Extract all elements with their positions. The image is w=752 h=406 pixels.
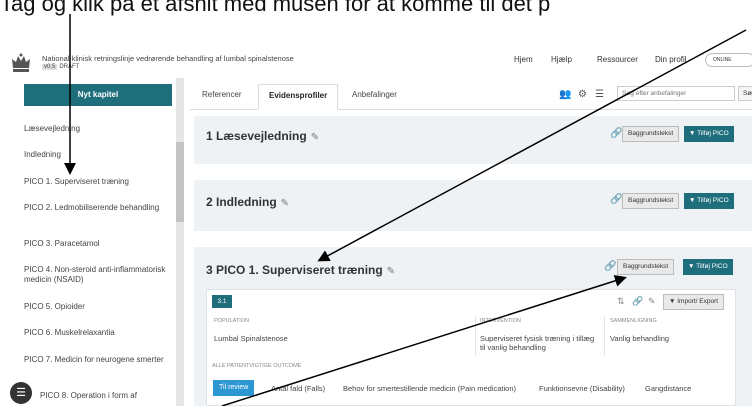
chapter-title-text: 3 PICO 1. Superviseret træning: [206, 263, 383, 277]
intervention-value: Superviseret fysisk træning i tillæg til…: [480, 334, 595, 352]
add-pico-button[interactable]: ▼ Tilføj PICO: [684, 193, 734, 209]
population-label: POPULATION: [214, 318, 250, 324]
chapter-card: 2 Indledning ✎ 🔗 Baggrundstekst ▼ Tilføj …: [194, 180, 752, 231]
add-pico-button[interactable]: ▼ Tilføj PICO: [684, 126, 734, 142]
sidebar-item-pico-7[interactable]: PICO 7. Medicin for neurogene smerter: [24, 355, 174, 365]
tab-recommendations[interactable]: Anbefalinger: [352, 90, 397, 99]
sidebar-item-pico-8[interactable]: PICO 8. Operation i form af: [40, 391, 190, 401]
column-divider: [475, 316, 476, 356]
link-icon[interactable]: 🔗: [610, 194, 622, 205]
outcomes-label: ALLE PATIENTVIGTIGE OUTCOME: [212, 363, 302, 369]
sidebar-scrollbar[interactable]: [176, 78, 184, 406]
chapter-title-text: 1 Læsevejledning: [206, 129, 307, 143]
pencil-icon[interactable]: ✎: [311, 132, 319, 143]
intervention-label: INTERVENTION: [480, 318, 521, 324]
version-label: v0.5 DRAFT: [42, 64, 79, 70]
chapter-title-text: 2 Indledning: [206, 195, 277, 209]
background-text-button[interactable]: Baggrundstekst: [622, 126, 680, 142]
add-pico-button[interactable]: ▼ Tilføj PICO: [683, 259, 733, 275]
sidebar-item-reading-guide[interactable]: Læsevejledning: [24, 124, 174, 134]
link-icon[interactable]: 🔗: [632, 296, 643, 307]
scrollbar-thumb[interactable]: [176, 142, 184, 222]
review-chip[interactable]: Til review: [213, 380, 255, 396]
link-icon[interactable]: 🔗: [604, 261, 616, 272]
nav-resources[interactable]: Ressourcer: [597, 55, 638, 64]
outcome-item[interactable]: Behov for smertestillende medicin (Pain …: [343, 384, 516, 393]
pencil-icon[interactable]: ✎: [648, 296, 656, 307]
new-chapter-button[interactable]: Nyt kapitel: [24, 84, 172, 106]
comparison-label: SAMMENLIGNING: [610, 318, 657, 324]
sidebar-item-pico-4[interactable]: PICO 4. Non-steroid anti-inflammatorisk …: [24, 265, 174, 285]
outcome-item[interactable]: Antal fald (Falls): [271, 384, 325, 393]
nav-profile[interactable]: Din profil: [655, 55, 687, 64]
users-icon[interactable]: 👥: [559, 89, 571, 100]
version-number: v0.5: [42, 64, 58, 70]
column-divider: [604, 316, 605, 356]
version-status: DRAFT: [59, 64, 80, 70]
sidebar-item-pico-6[interactable]: PICO 6. Muskelrelaxantia: [24, 328, 174, 338]
tab-references[interactable]: Referencer: [202, 90, 242, 99]
chapter-title[interactable]: 3 PICO 1. Superviseret træning ✎: [206, 263, 395, 277]
import-export-button[interactable]: ▼ Import/ Export: [663, 294, 725, 310]
tab-evidence-profiles[interactable]: Evidensprofiler: [258, 84, 339, 110]
app-header: National klinisk retningslinje vedrørend…: [0, 38, 752, 78]
link-icon[interactable]: 🔗: [610, 128, 622, 139]
sidebar-item-pico-2[interactable]: PICO 2. Ledmobiliserende behandling: [24, 203, 174, 213]
sidebar-item-pico-3[interactable]: PICO 3. Paracetamol: [24, 239, 174, 249]
menu-fab-button[interactable]: ☰: [10, 382, 32, 404]
outcome-item[interactable]: Funktionsevne (Disability): [539, 384, 625, 393]
online-toggle[interactable]: ONLINE: [705, 53, 752, 67]
comparison-value: Vanlig behandling: [610, 334, 670, 343]
search-button[interactable]: Søg: [738, 86, 752, 101]
sort-icon[interactable]: ⇅: [617, 296, 625, 307]
nav-help[interactable]: Hjælp: [551, 55, 572, 64]
outcome-item[interactable]: Gangdistance: [645, 384, 691, 393]
gear-icon[interactable]: ⚙: [578, 89, 587, 100]
chapter-title[interactable]: 1 Læsevejledning ✎: [206, 129, 319, 143]
sidebar-item-pico-5[interactable]: PICO 5. Opioider: [24, 302, 174, 312]
instruction-caption: Tag og klik på et afsnit med musen for a…: [0, 0, 551, 16]
list-icon[interactable]: ☰: [595, 89, 604, 100]
chapter-title[interactable]: 2 Indledning ✎: [206, 195, 289, 209]
background-text-button[interactable]: Baggrundstekst: [622, 193, 680, 209]
background-text-button[interactable]: Baggrundstekst: [617, 259, 675, 275]
crown-logo-icon: [12, 53, 30, 72]
nav-home[interactable]: Hjem: [514, 55, 533, 64]
chapter-card: 1 Læsevejledning ✎ 🔗 Baggrundstekst ▼ Til…: [194, 116, 752, 164]
pico-badge[interactable]: 3.1: [212, 295, 232, 308]
sidebar-item-pico-1[interactable]: PICO 1. Superviseret træning: [24, 177, 174, 187]
search-input[interactable]: [617, 86, 735, 101]
pencil-icon[interactable]: ✎: [281, 198, 289, 209]
sidebar-item-introduction[interactable]: Indledning: [24, 150, 174, 160]
population-value: Lumbal Spinalstenose: [214, 334, 288, 343]
guideline-title: National klinisk retningslinje vedrørend…: [42, 54, 294, 63]
pencil-icon[interactable]: ✎: [387, 266, 395, 277]
